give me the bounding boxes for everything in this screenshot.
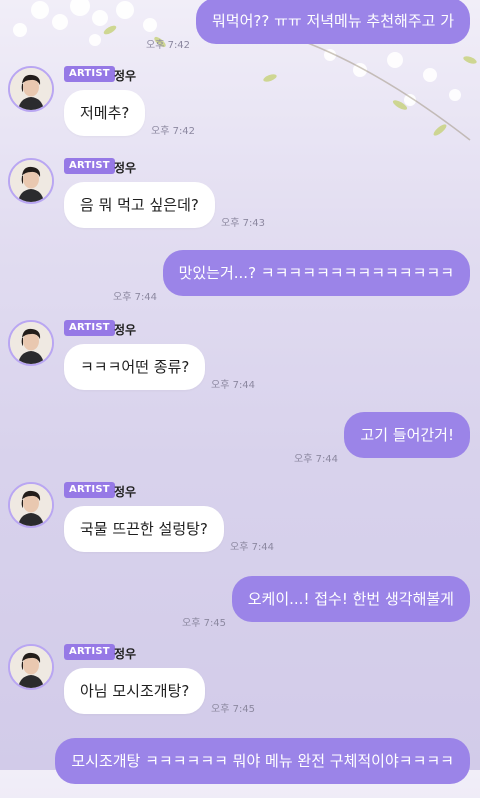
artist-badge: ARTIST <box>64 158 115 174</box>
message-bubble[interactable]: 오케이...! 접수! 한번 생각해볼게 <box>231 576 470 622</box>
artist-badge: ARTIST <box>64 320 115 336</box>
message-timestamp: 오후 7:44 <box>230 542 275 553</box>
message-bubble[interactable]: 국물 뜨끈한 설렁탕? <box>64 506 224 552</box>
outgoing-message: 뭐먹어?? ㅠㅠ 저녁메뉴 추천해주고 가오후 7:42 <box>0 0 480 58</box>
artist-badge: ARTIST <box>64 66 115 82</box>
outgoing-message: 맛있는거...? ㅋㅋㅋㅋㅋㅋㅋㅋㅋㅋㅋㅋㅋㅋ 오후 7:44 <box>0 250 480 310</box>
artist-badge: ARTIST <box>64 482 115 498</box>
artist-badge: ARTIST <box>64 644 115 660</box>
message-bubble[interactable]: 맛있는거...? ㅋㅋㅋㅋㅋㅋㅋㅋㅋㅋㅋㅋㅋㅋ <box>162 250 470 296</box>
incoming-message: ARTIST 정우아님 모시조개탕? 오후 7:45 <box>0 644 480 715</box>
message-timestamp: 오후 7:43 <box>221 218 266 229</box>
artist-name: 정우 <box>114 485 137 499</box>
message-bubble[interactable]: 아님 모시조개탕? <box>64 668 206 714</box>
avatar[interactable] <box>8 66 54 112</box>
avatar[interactable] <box>8 158 54 204</box>
artist-name: 정우 <box>114 161 137 175</box>
incoming-message: ARTIST 정우 ㅋㅋㅋ어떤 종류? 오후 7:44 <box>0 320 480 391</box>
avatar[interactable] <box>8 482 54 528</box>
message-timestamp: 오후 7:44 <box>294 454 339 465</box>
message-timestamp: 오후 7:45 <box>211 704 256 715</box>
outgoing-message: 고기 들어간거! 오후 7:44 <box>0 412 480 472</box>
message-bubble[interactable]: 모시조개탕 ㅋㅋㅋㅋㅋㅋ 뭐야 메뉴 완전 구체적이야ㅋㅋㅋㅋ <box>55 738 470 784</box>
avatar[interactable] <box>8 644 54 690</box>
message-bubble[interactable]: 저메추? <box>64 90 146 136</box>
avatar[interactable] <box>8 320 54 366</box>
artist-name: 정우 <box>114 69 137 83</box>
incoming-message: ARTIST 정우저메추? 오후 7:42 <box>0 66 480 137</box>
chat-thread: 뭐먹어?? ㅠㅠ 저녁메뉴 추천해주고 가 오후 7:42 ARTIST 정우 저메추… <box>0 0 480 784</box>
outgoing-message: 모시조개탕 ㅋㅋㅋㅋㅋㅋ 뭐야 메뉴 완전 구체적이야ㅋㅋㅋㅋ <box>0 738 480 798</box>
message-bubble[interactable]: ㅋㅋㅋ어떤 종류? <box>64 344 206 390</box>
artist-name: 정우 <box>114 323 137 337</box>
message-timestamp: 오후 7:45 <box>182 618 227 629</box>
message-bubble[interactable]: 뭐먹어?? ㅠㅠ 저녁메뉴 추천해주고 가 <box>196 0 470 44</box>
message-bubble[interactable]: 고기 들어간거! <box>344 412 470 458</box>
message-timestamp: 오후 7:44 <box>113 292 158 303</box>
incoming-message: ARTIST 정우국물 뜨끈한 설렁탕? 오후 7:44 <box>0 482 480 553</box>
artist-name: 정우 <box>114 647 137 661</box>
incoming-message: ARTIST 정우음 뭐 먹고 싶은데? 오후 7:43 <box>0 158 480 229</box>
message-timestamp: 오후 7:44 <box>211 380 256 391</box>
message-timestamp: 오후 7:42 <box>151 126 196 137</box>
outgoing-message: 오케이...! 접수! 한번 생각해볼게오후 7:45 <box>0 576 480 636</box>
message-timestamp: 오후 7:42 <box>146 40 191 51</box>
message-bubble[interactable]: 음 뭐 먹고 싶은데? <box>64 182 215 228</box>
